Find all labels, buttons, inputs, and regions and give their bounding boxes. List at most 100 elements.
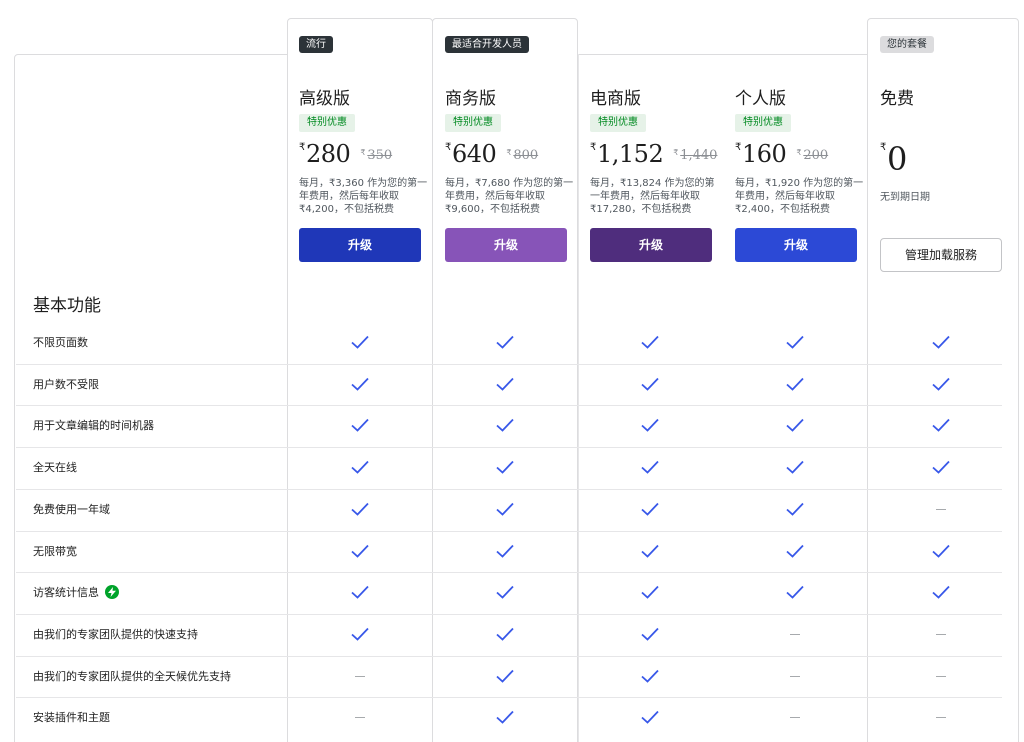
old-price: 200 — [803, 148, 829, 163]
check-icon — [921, 447, 961, 489]
row-divider — [16, 530, 1002, 532]
price-amount: 1,152 — [597, 140, 664, 168]
price-description: 每月，₹13,824 作为您的第一年费用，然后每年收取 ₹17,280，不包括税… — [590, 178, 715, 215]
check-icon — [921, 322, 961, 364]
currency-symbol: ₹ — [735, 142, 742, 153]
price-note: 无到期日期 — [880, 192, 930, 203]
feature-label-text: 全天在线 — [33, 461, 77, 475]
check-icon — [775, 531, 815, 573]
currency-symbol: ₹ — [445, 142, 452, 153]
plan-name: 免费 — [880, 89, 914, 109]
check-icon — [340, 322, 380, 364]
feature-label: 由我们的专家团队提供的全天候优先支持 — [33, 656, 231, 698]
upgrade-button[interactable]: 升级 — [299, 228, 421, 262]
price: ₹280 ₹350 — [299, 140, 439, 172]
price: ₹160 ₹200 — [735, 140, 875, 172]
lightning-badge-icon — [105, 585, 119, 600]
check-icon — [921, 531, 961, 573]
check-icon — [630, 572, 670, 614]
check-icon — [485, 447, 525, 489]
dash-icon — [921, 697, 961, 739]
feature-label: 用户数不受限 — [33, 364, 99, 406]
feature-label-text: 不限页面数 — [33, 336, 88, 349]
row-divider — [16, 447, 1002, 449]
row-divider — [16, 697, 1002, 699]
check-icon — [775, 447, 815, 489]
check-icon — [485, 697, 525, 739]
currency-symbol: ₹ — [590, 142, 597, 153]
row-divider — [16, 488, 1002, 490]
check-icon — [630, 656, 670, 698]
check-icon — [775, 405, 815, 447]
price-description: 每月，₹3,360 作为您的第一年费用，然后每年收取 ₹4,200，不包括税费 — [299, 178, 428, 215]
price: ₹640 ₹800 — [445, 140, 585, 172]
feature-label-text: 无限带宽 — [33, 544, 77, 558]
check-icon — [485, 656, 525, 698]
check-icon — [921, 364, 961, 406]
check-icon — [485, 364, 525, 406]
check-icon — [921, 405, 961, 447]
dash-icon — [921, 656, 961, 698]
plan-name: 个人版 — [735, 89, 786, 109]
check-icon — [630, 405, 670, 447]
promo-badge: 特别优惠 — [590, 114, 646, 132]
promo-badge: 特别优惠 — [445, 114, 501, 132]
dash-icon — [921, 489, 961, 531]
plan-name: 商务版 — [445, 89, 496, 109]
old-currency-symbol: ₹ — [360, 148, 366, 157]
feature-label-text: 安装插件和主题 — [33, 711, 110, 725]
row-divider — [16, 572, 1002, 574]
feature-row: 免费使用一年域 — [16, 489, 1002, 531]
row-divider — [16, 363, 1002, 365]
feature-label: 不限页面数 — [33, 322, 88, 364]
manage-addons-button[interactable]: 管理加载服務 — [880, 238, 1002, 272]
price-amount: 0 — [887, 140, 907, 178]
price-amount: 640 — [452, 140, 497, 168]
old-price: 350 — [367, 148, 393, 163]
feature-label-text: 由我们的专家团队提供的快速支持 — [33, 627, 198, 641]
feature-label: 访客统计信息 — [33, 572, 119, 614]
section-title: 基本功能 — [33, 296, 101, 316]
feature-row: 用于文章编辑的时间机器 — [16, 405, 1002, 447]
check-icon — [630, 697, 670, 739]
check-icon — [485, 489, 525, 531]
currency-symbol: ₹ — [299, 142, 306, 153]
plan-name: 高级版 — [299, 89, 350, 109]
price: ₹1,152 ₹1,440 — [590, 140, 730, 172]
check-icon — [630, 322, 670, 364]
check-icon — [775, 572, 815, 614]
check-icon — [485, 322, 525, 364]
old-currency-symbol: ₹ — [506, 148, 512, 157]
upgrade-button[interactable]: 升级 — [735, 228, 857, 262]
currency-symbol: ₹ — [880, 142, 887, 153]
check-icon — [340, 531, 380, 573]
check-icon — [340, 364, 380, 406]
check-icon — [340, 405, 380, 447]
old-currency-symbol: ₹ — [673, 148, 679, 157]
check-icon — [775, 364, 815, 406]
check-icon — [485, 531, 525, 573]
price-amount: 280 — [306, 140, 351, 168]
plan-tag: 最适合开发人员 — [445, 36, 529, 53]
row-divider — [16, 655, 1002, 657]
dash-icon — [340, 656, 380, 698]
feature-row: 用户数不受限 — [16, 364, 1002, 406]
feature-row: 由我们的专家团队提供的全天候优先支持 — [16, 656, 1002, 698]
check-icon — [775, 489, 815, 531]
feature-label: 用于文章编辑的时间机器 — [33, 405, 154, 447]
check-icon — [630, 489, 670, 531]
feature-label: 由我们的专家团队提供的快速支持 — [33, 614, 198, 656]
plan-tag: 流行 — [299, 36, 333, 53]
feature-label-text: 访客统计信息 — [33, 586, 99, 600]
check-icon — [775, 322, 815, 364]
price-description: 每月，₹1,920 作为您的第一年费用，然后每年收取 ₹2,400，不包括税费 — [735, 178, 864, 215]
dash-icon — [340, 697, 380, 739]
check-icon — [340, 614, 380, 656]
feature-label: 无限带宽 — [33, 531, 77, 573]
feature-row: 不限页面数 — [16, 322, 1002, 364]
price: ₹0 — [880, 140, 1020, 178]
dash-icon — [775, 614, 815, 656]
dash-icon — [775, 656, 815, 698]
upgrade-button[interactable]: 升级 — [445, 228, 567, 262]
upgrade-button[interactable]: 升级 — [590, 228, 712, 262]
